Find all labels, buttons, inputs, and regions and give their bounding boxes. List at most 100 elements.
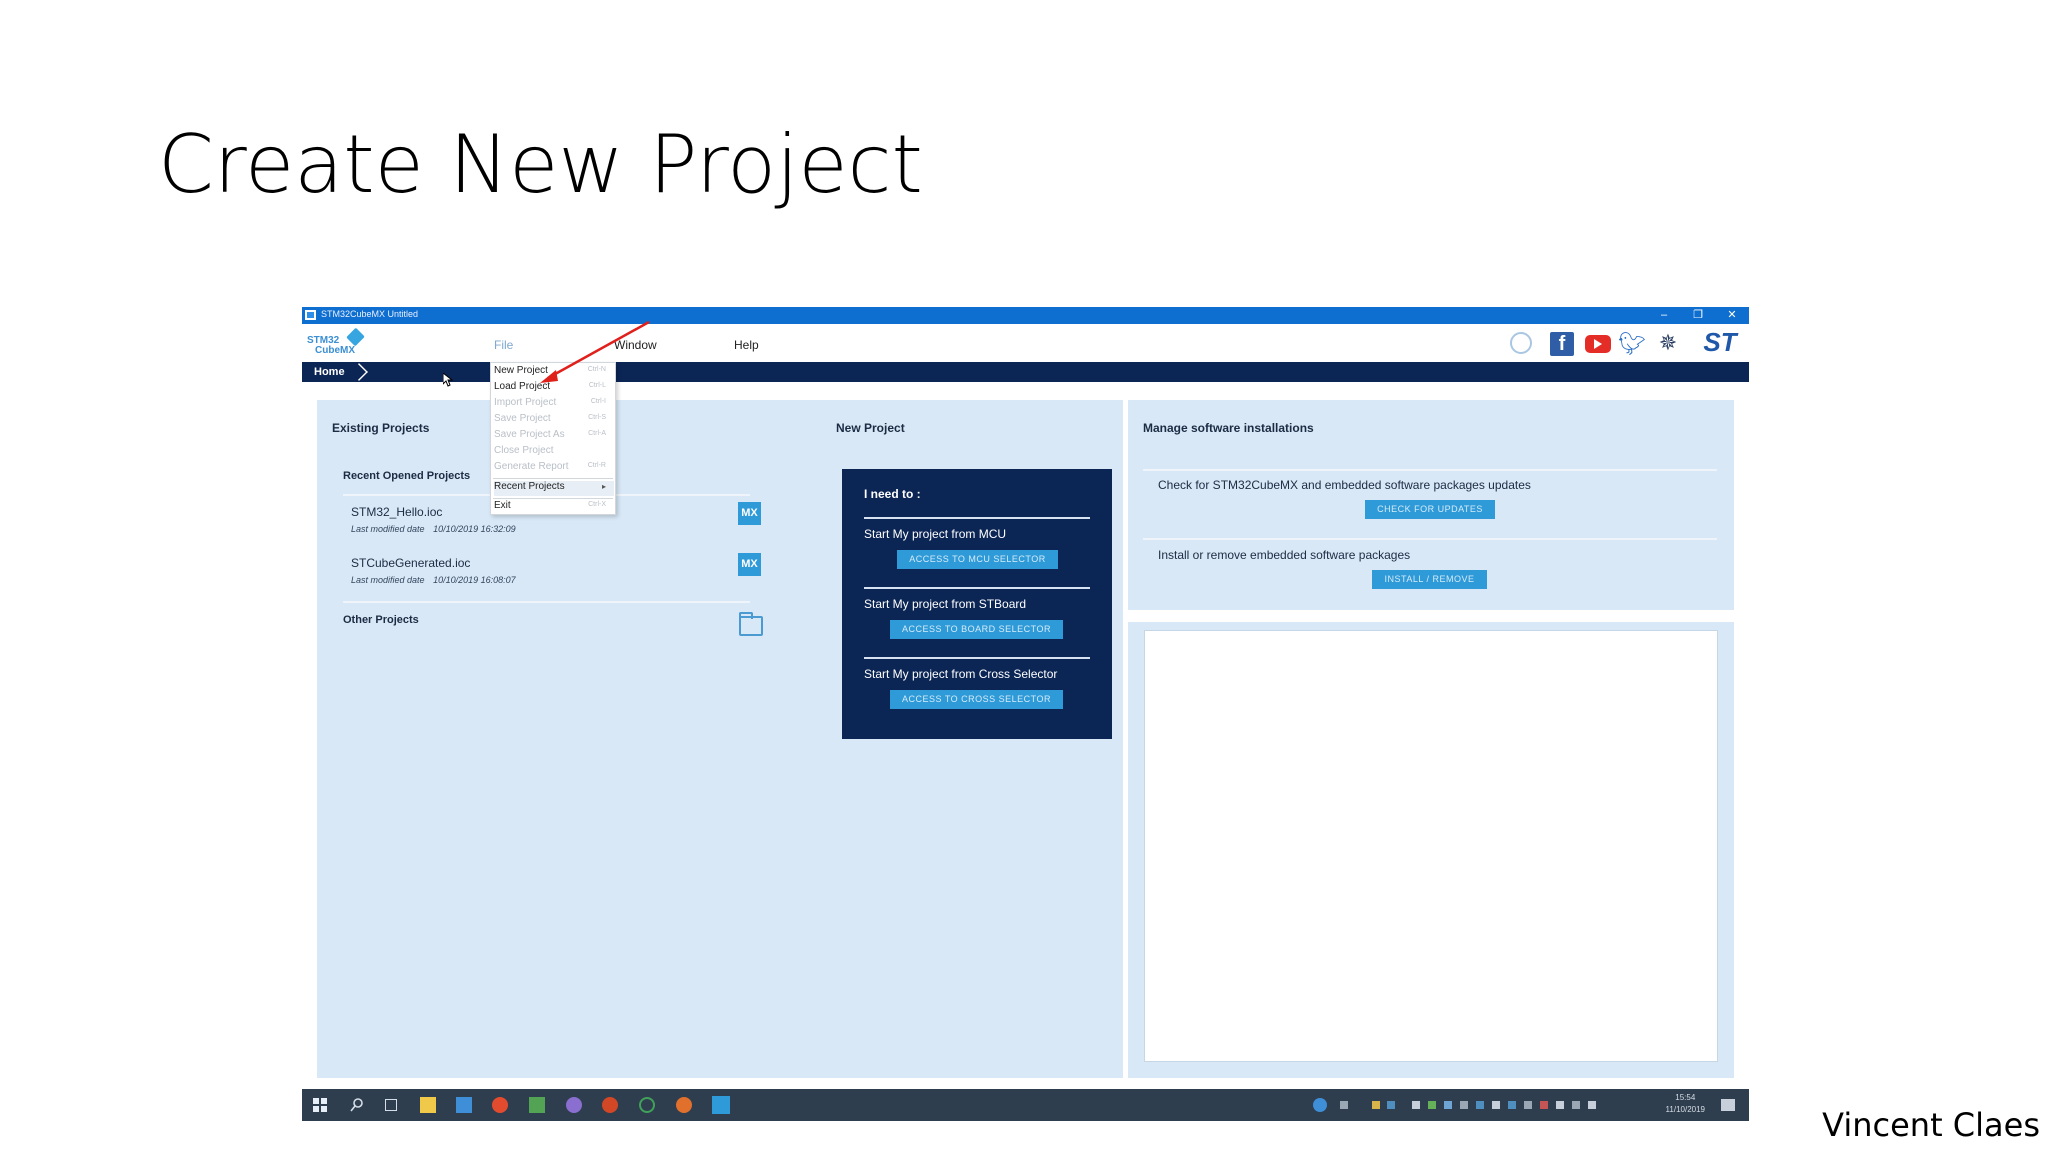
volume-icon[interactable] (1588, 1101, 1596, 1109)
cross-selector-button[interactable]: ACCESS TO CROSS SELECTOR (890, 690, 1063, 709)
existing-projects-title: Existing Projects (332, 421, 430, 435)
chevron-right-icon: ▸ (601, 482, 606, 491)
date-value: 10/10/2019 16:32:09 (433, 524, 516, 534)
file-explorer-icon[interactable] (420, 1097, 436, 1113)
store-icon[interactable] (456, 1097, 472, 1113)
app-icon[interactable] (529, 1097, 545, 1113)
install-remove-button[interactable]: INSTALL / REMOVE (1372, 570, 1487, 589)
taskbar-clock[interactable]: 15:54 11/10/2019 (1666, 1092, 1705, 1116)
mouse-cursor-icon (443, 373, 453, 387)
tray-icon[interactable] (1313, 1098, 1327, 1112)
tray-icon[interactable] (1476, 1101, 1484, 1109)
recent-project-name[interactable]: STCubeGenerated.ioc (351, 556, 470, 570)
date-value: 10/10/2019 16:08:07 (433, 575, 516, 585)
slide-title: Create New Project (158, 118, 923, 211)
recent-project-name[interactable]: STM32_Hello.ioc (351, 505, 442, 519)
menu-item-generate-report: Generate Report Ctrl-R (494, 461, 606, 472)
task-view-icon[interactable] (385, 1099, 397, 1111)
menu-file[interactable]: File (494, 338, 513, 352)
tray-icon[interactable] (1572, 1101, 1580, 1109)
tray-icon[interactable] (1428, 1101, 1436, 1109)
annotation-arrow-icon (540, 320, 650, 383)
mcu-selector-button[interactable]: ACCESS TO MCU SELECTOR (897, 550, 1058, 569)
tray-icon[interactable] (1524, 1101, 1532, 1109)
app-icon (305, 310, 316, 320)
notifications-icon[interactable] (1721, 1099, 1735, 1111)
menu-item-recent-projects[interactable]: Recent Projects ▸ (494, 481, 614, 496)
clock-date: 11/10/2019 (1665, 1105, 1705, 1114)
search-icon[interactable] (349, 1097, 365, 1113)
menu-help[interactable]: Help (734, 338, 759, 352)
manage-panel: Manage software installations Check for … (1128, 400, 1734, 610)
tray-icon[interactable] (1372, 1101, 1380, 1109)
menu-item-import-project: Import Project Ctrl-I (494, 397, 606, 408)
folder-icon[interactable] (739, 612, 763, 636)
date-label: Last modified date (351, 575, 425, 585)
option-board-text: Start My project from STBoard (864, 597, 1027, 611)
powerpoint-icon[interactable] (602, 1097, 618, 1113)
tray-icon[interactable] (1540, 1101, 1548, 1109)
tray-icon[interactable] (1460, 1101, 1468, 1109)
minimize-button[interactable]: – (1647, 307, 1681, 324)
info-content-area (1144, 630, 1718, 1062)
logo-line2: CubeMX (315, 345, 355, 356)
twitter-icon[interactable]: 🐦︎ (1618, 331, 1646, 357)
menu-item-close-project: Close Project (494, 445, 554, 456)
window-title: STM32CubeMX Untitled (321, 309, 419, 319)
recent-projects-title: Recent Opened Projects (343, 470, 471, 482)
stm32cubemx-logo: STM32 CubeMX (307, 326, 367, 360)
windows-taskbar: 15:54 11/10/2019 (302, 1089, 1749, 1121)
restore-button[interactable]: ❐ (1681, 307, 1715, 324)
tray-icon[interactable] (1412, 1101, 1420, 1109)
youtube-icon[interactable] (1585, 335, 1611, 353)
firefox-icon[interactable] (676, 1097, 692, 1113)
manage-title: Manage software installations (1143, 421, 1314, 435)
option-cross-text: Start My project from Cross Selector (864, 667, 1058, 681)
left-panel: Existing Projects Recent Opened Projects… (317, 400, 1123, 1078)
menu-separator (493, 498, 613, 499)
menu-separator (493, 478, 613, 479)
tray-icon[interactable] (1444, 1101, 1452, 1109)
tray-icon[interactable] (1492, 1101, 1500, 1109)
close-button[interactable]: ✕ (1715, 307, 1749, 324)
divider (1143, 538, 1717, 540)
tray-icon[interactable] (1340, 1101, 1348, 1109)
stm32cubemx-taskbar-icon[interactable] (712, 1096, 730, 1114)
divider (343, 601, 750, 603)
window-titlebar: STM32CubeMX Untitled – ❐ ✕ (302, 307, 1749, 324)
need-title: I need to : (864, 487, 921, 501)
app-icon[interactable] (639, 1097, 655, 1113)
date-label: Last modified date (351, 524, 425, 534)
stm32cubemx-screenshot: STM32CubeMX Untitled – ❐ ✕ STM32 CubeMX … (302, 307, 1749, 1121)
divider (1143, 469, 1717, 471)
divider (864, 517, 1090, 519)
mx-badge-icon[interactable]: MX (738, 553, 761, 576)
divider (864, 587, 1090, 589)
menu-item-exit[interactable]: Exit Ctrl-X (494, 500, 614, 515)
board-selector-button[interactable]: ACCESS TO BOARD SELECTOR (890, 620, 1063, 639)
tray-icon[interactable] (1387, 1101, 1395, 1109)
option-mcu-text: Start My project from MCU (864, 527, 1007, 541)
globe-icon[interactable] (1510, 332, 1532, 354)
menu-item-save-project-as: Save Project As Ctrl-A (494, 429, 606, 440)
tray-icon[interactable] (1556, 1101, 1564, 1109)
other-projects-title: Other Projects (343, 614, 419, 626)
windows-start-icon[interactable] (312, 1097, 328, 1113)
install-text: Install or remove embedded software pack… (1158, 548, 1411, 562)
app-icon[interactable] (566, 1097, 582, 1113)
st-logo-icon[interactable]: ST (1698, 327, 1742, 357)
new-project-box: I need to : Start My project from MCU AC… (842, 469, 1112, 739)
menubar: STM32 CubeMX File Window Help f 🐦︎ ✵ ST (302, 324, 1749, 362)
check-updates-button[interactable]: CHECK FOR UPDATES (1365, 500, 1495, 519)
divider (864, 657, 1090, 659)
author-name: Vincent Claes (1822, 1106, 2040, 1144)
tray-icon[interactable] (1508, 1101, 1516, 1109)
network-icon[interactable]: ✵ (1655, 330, 1681, 356)
facebook-icon[interactable]: f (1550, 332, 1574, 356)
new-project-title: New Project (836, 421, 905, 435)
clock-time: 15:54 (1675, 1093, 1696, 1102)
chrome-icon[interactable] (492, 1097, 508, 1113)
breadcrumb-home-label: Home (314, 366, 345, 378)
check-updates-text: Check for STM32CubeMX and embedded softw… (1158, 478, 1531, 492)
mx-badge-icon[interactable]: MX (738, 502, 761, 525)
